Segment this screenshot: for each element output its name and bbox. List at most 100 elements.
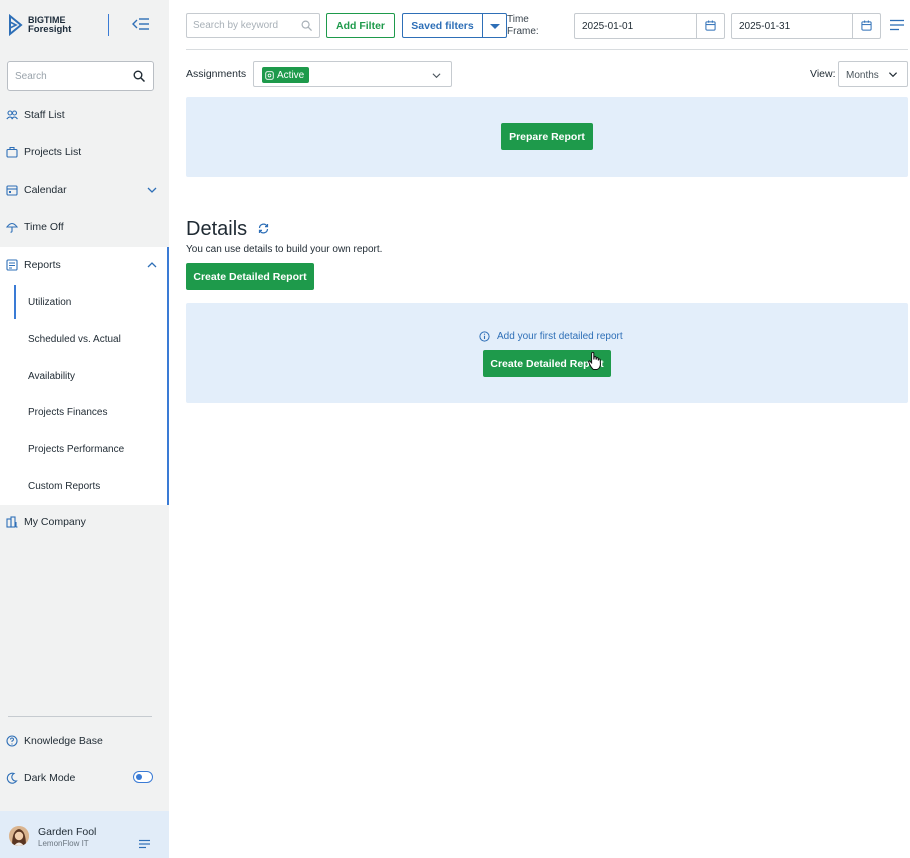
chevron-down-icon [888, 72, 898, 78]
brand-name: BIGTIME Foresight [28, 15, 71, 35]
saved-filters-button[interactable]: Saved filters [402, 13, 483, 38]
avatar-image [9, 826, 29, 846]
user-profile: Garden Fool LemonFlow IT [0, 811, 169, 858]
chevron-up-icon [147, 262, 157, 268]
umbrella-icon [6, 222, 18, 233]
time-frame-label-line-1: Time [507, 14, 529, 25]
sidebar-item-label: Reports [24, 259, 61, 271]
sidebar-subitem-label: Scheduled vs. Actual [28, 333, 121, 345]
sidebar-subitem-scheduled-vs-actual[interactable]: Scheduled vs. Actual [14, 322, 167, 356]
calendar-icon [6, 185, 18, 196]
sidebar-divider [8, 716, 152, 717]
empty-create-detailed-report-button[interactable]: Create Detailed Report [483, 350, 611, 377]
sidebar: BIGTIME Foresight Staff List Projects Li… [0, 0, 169, 858]
info-icon [479, 331, 490, 342]
sidebar-item-label: Knowledge Base [24, 735, 103, 747]
saved-filters-dropdown-button[interactable] [482, 13, 507, 38]
date-to-field[interactable]: 2025-01-31 [731, 13, 881, 39]
moon-icon [6, 772, 18, 784]
sidebar-subitem-label: Projects Finances [28, 406, 108, 418]
time-frame-label-line-2: Frame: [507, 26, 539, 37]
collapse-sidebar-icon[interactable] [132, 16, 150, 32]
brand-logo[interactable]: BIGTIME Foresight [8, 14, 71, 36]
sidebar-item-knowledge-base[interactable]: Knowledge Base [0, 726, 169, 756]
assignment-status-chip-label: Active [277, 69, 305, 81]
user-name: Garden Fool [38, 826, 97, 838]
create-detailed-report-button[interactable]: Create Detailed Report [186, 263, 314, 290]
help-circle-icon [6, 735, 18, 747]
date-to-value: 2025-01-31 [739, 21, 791, 32]
sidebar-subitem-label: Availability [28, 370, 76, 382]
dark-mode-toggle[interactable] [133, 771, 153, 783]
add-first-detailed-report-label: Add your first detailed report [497, 331, 623, 342]
sidebar-item-staff-list[interactable]: Staff List [0, 100, 169, 130]
details-subtitle: You can use details to build your own re… [186, 244, 383, 255]
building-icon [6, 516, 18, 528]
assignments-label: Assignments [186, 68, 247, 80]
add-filter-button[interactable]: Add Filter [326, 13, 395, 38]
sidebar-subitem-custom-reports[interactable]: Custom Reports [14, 469, 167, 503]
empty-create-detailed-report-label: Create Detailed Report [490, 357, 604, 370]
reports-group: Reports Utilization Scheduled vs. Actual… [0, 247, 169, 505]
sidebar-subitem-utilization[interactable]: Utilization [14, 285, 167, 319]
people-icon [6, 110, 18, 120]
search-icon[interactable] [301, 20, 312, 31]
caret-down-icon [490, 24, 500, 29]
sidebar-item-calendar[interactable]: Calendar [0, 175, 169, 205]
sidebar-subitem-projects-finances[interactable]: Projects Finances [14, 395, 167, 429]
view-select[interactable]: Months [838, 61, 908, 87]
assignment-status-chip: Active [262, 67, 310, 83]
sidebar-item-label: Projects List [24, 146, 82, 158]
refresh-icon[interactable] [257, 222, 270, 235]
date-from-calendar-button[interactable] [696, 14, 724, 38]
toggle-knob [136, 773, 142, 780]
check-square-icon [265, 70, 274, 80]
sidebar-item-projects-list[interactable]: Projects List [0, 137, 169, 167]
menu-icon[interactable] [890, 19, 904, 31]
sidebar-item-label: My Company [24, 516, 86, 528]
logo-divider [108, 14, 109, 36]
saved-filters-label: Saved filters [411, 19, 474, 32]
sidebar-item-label: Time Off [24, 221, 64, 233]
user-menu-icon[interactable] [139, 839, 150, 849]
sidebar-item-label: Calendar [24, 184, 67, 196]
details-title: Details [186, 218, 248, 240]
sidebar-item-my-company[interactable]: My Company [0, 507, 169, 537]
sidebar-item-time-off[interactable]: Time Off [0, 212, 169, 242]
chevron-down-icon [147, 187, 157, 193]
chevron-down-icon [432, 73, 441, 79]
brand-line-2: Foresight [28, 24, 72, 35]
add-first-detailed-report-link[interactable]: Add your first detailed report [479, 331, 623, 342]
view-select-value: Months [846, 70, 879, 81]
search-icon[interactable] [133, 70, 145, 82]
date-to-calendar-button[interactable] [852, 14, 880, 38]
date-from-value: 2025-01-01 [582, 21, 634, 32]
sidebar-subitem-availability[interactable]: Availability [14, 359, 167, 393]
report-icon [6, 259, 18, 271]
prepare-report-button[interactable]: Prepare Report [501, 123, 593, 150]
sidebar-item-label: Dark Mode [24, 772, 76, 784]
toolbar-divider [186, 49, 908, 50]
briefcase-icon [6, 146, 18, 158]
sidebar-search-input[interactable] [15, 62, 130, 90]
view-label: View: [810, 68, 836, 80]
keyword-search-input[interactable] [193, 14, 297, 37]
avatar[interactable] [9, 826, 29, 846]
add-filter-label: Add Filter [336, 19, 385, 32]
brand-logo-icon [9, 14, 23, 36]
keyword-search [186, 13, 320, 38]
calendar-icon [861, 20, 872, 31]
calendar-icon [705, 20, 716, 31]
prepare-report-panel: Prepare Report [186, 97, 908, 177]
sidebar-subitem-projects-performance[interactable]: Projects Performance [14, 432, 167, 466]
sidebar-subitem-label: Utilization [28, 296, 72, 308]
sidebar-item-reports[interactable]: Reports [0, 250, 169, 280]
assignments-select[interactable]: Active [253, 61, 452, 87]
prepare-report-label: Prepare Report [509, 130, 585, 143]
sidebar-search [7, 61, 154, 91]
time-frame-label: Time Frame: [507, 14, 539, 38]
sidebar-subitem-label: Projects Performance [28, 443, 125, 455]
date-from-field[interactable]: 2025-01-01 [574, 13, 725, 39]
user-org: LemonFlow IT [38, 839, 89, 848]
sidebar-item-label: Staff List [24, 109, 65, 121]
